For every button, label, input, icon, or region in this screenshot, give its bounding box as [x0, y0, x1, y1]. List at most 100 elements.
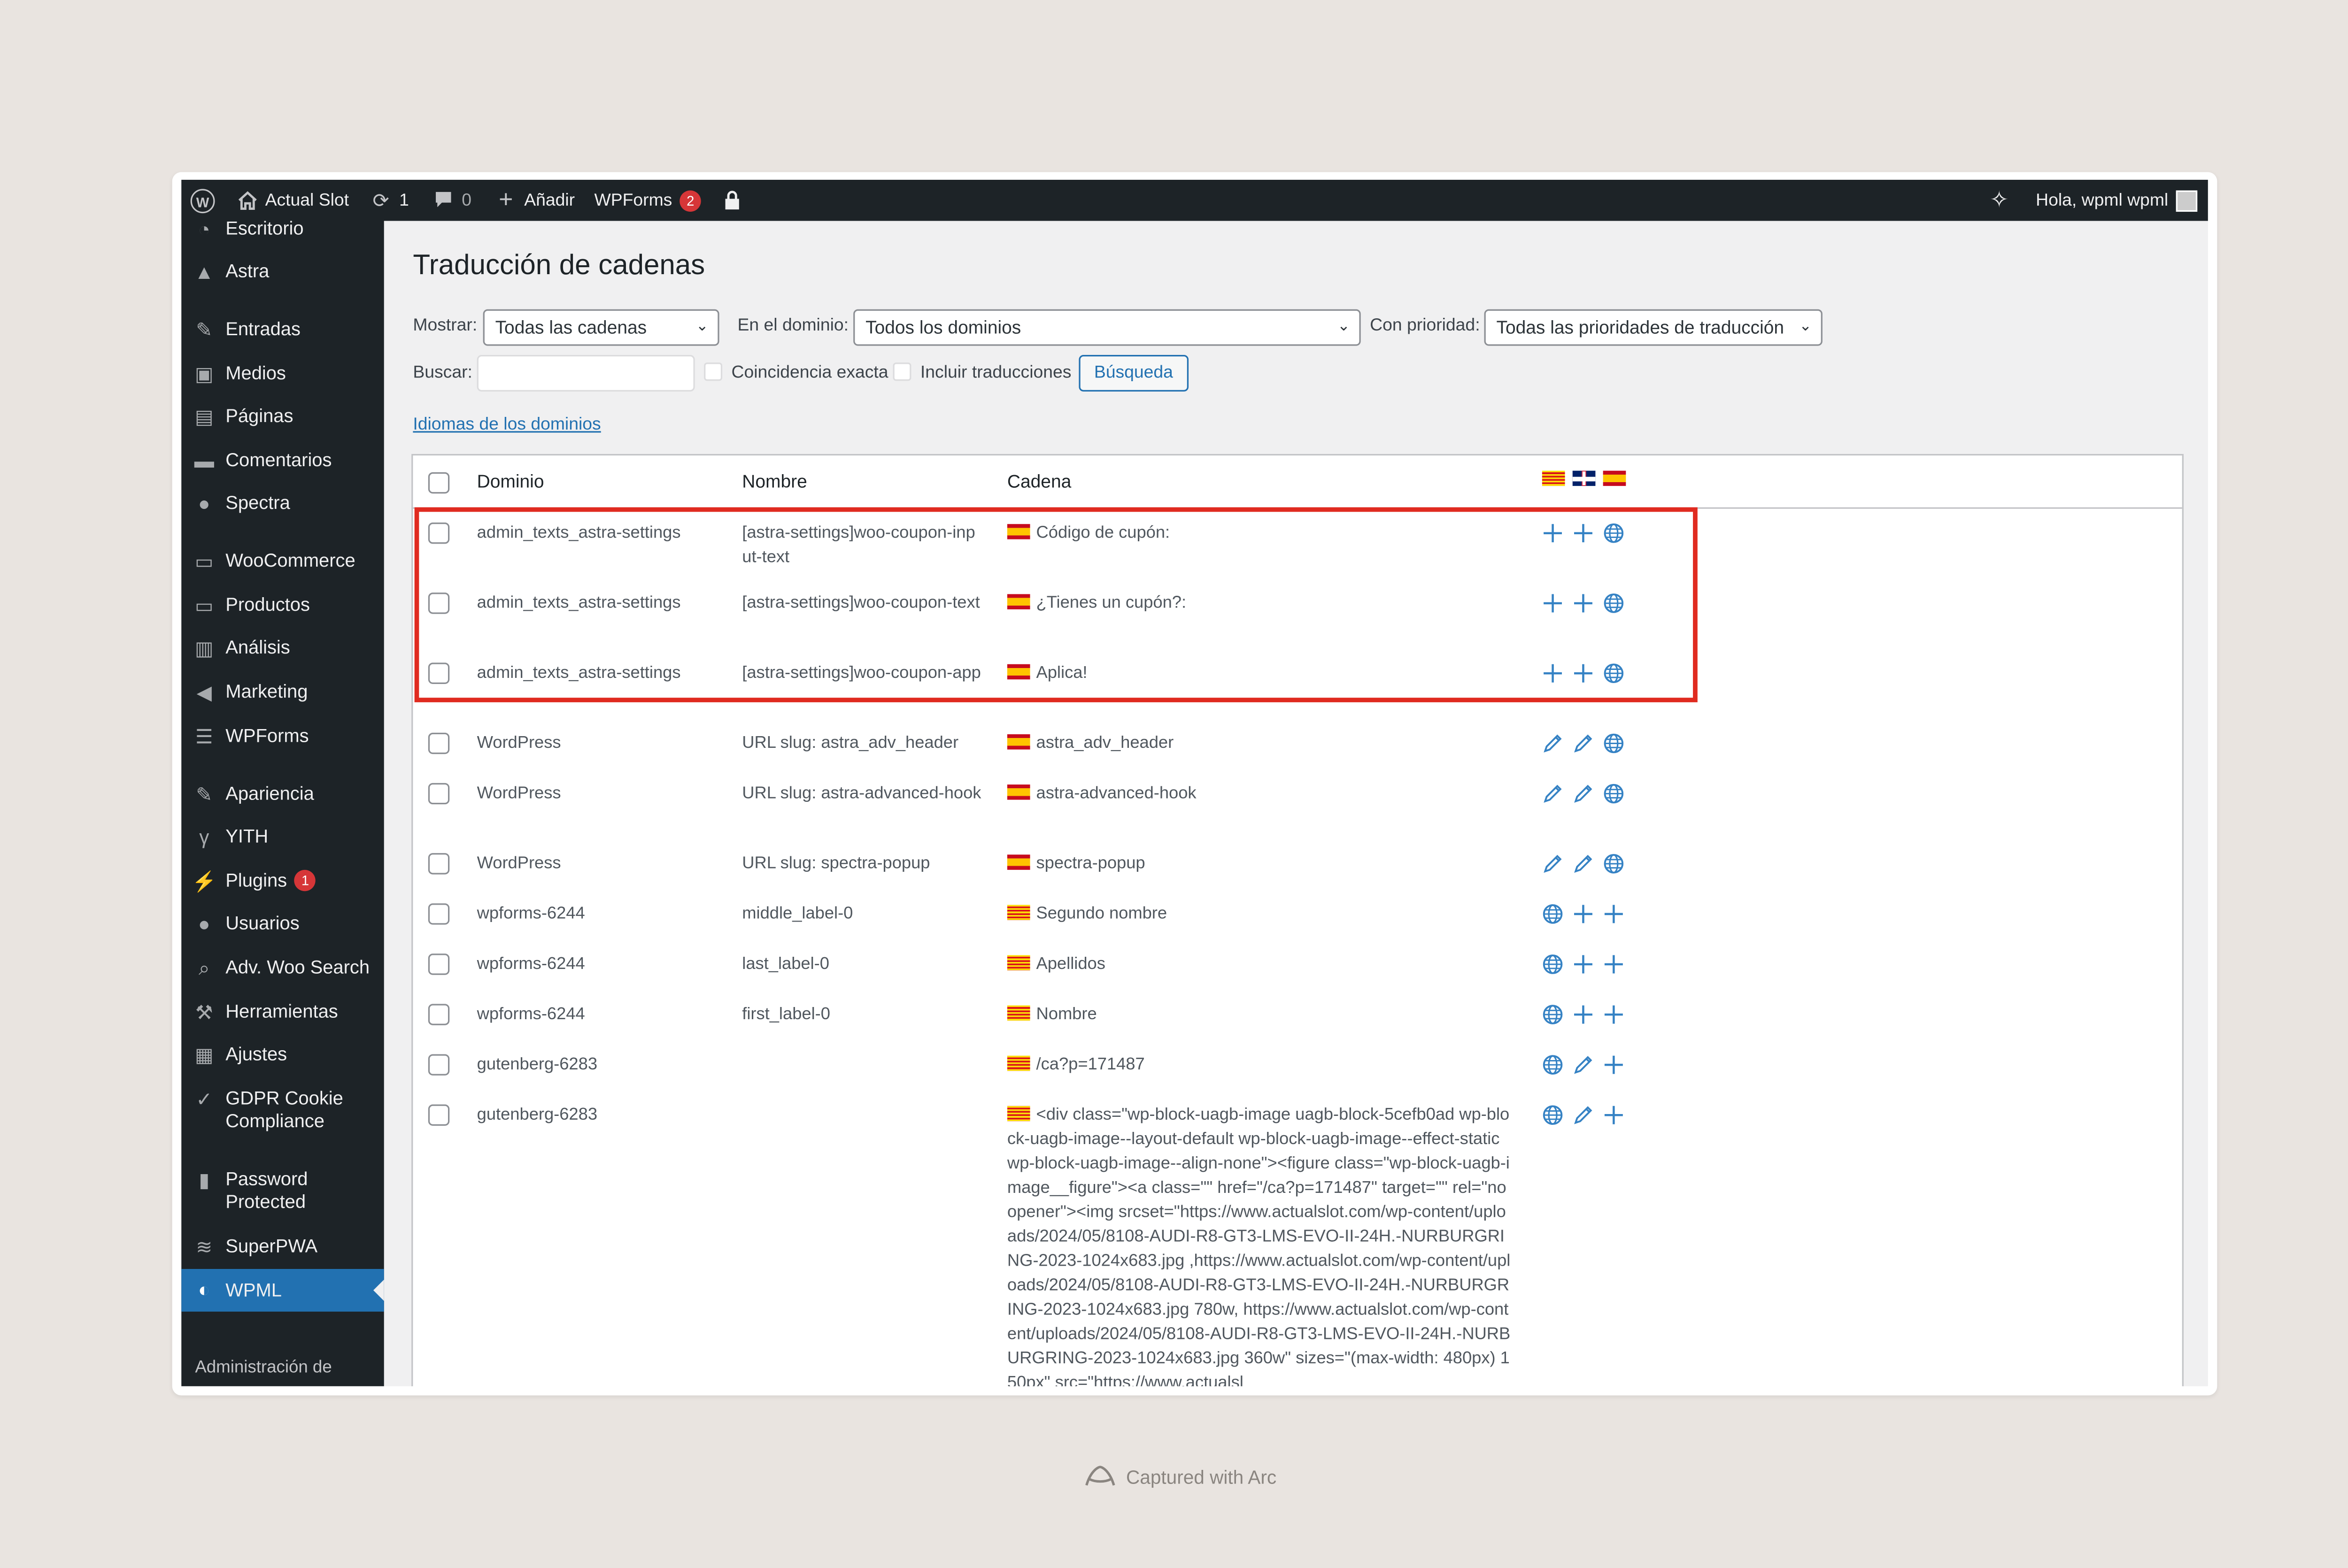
sidebar-item-entradas[interactable]: ✎ Entradas: [181, 318, 384, 343]
pencil-icon[interactable]: [1573, 783, 1594, 804]
sidebar-item-p-ginas[interactable]: ▤ Páginas: [181, 405, 384, 430]
sidebar-item-label: Password Protected: [225, 1168, 308, 1213]
lock-icon: [721, 190, 742, 211]
pencil-icon[interactable]: [1542, 733, 1563, 754]
string-text: Segundo nombre: [1036, 905, 1167, 923]
pencil-icon[interactable]: [1542, 783, 1563, 804]
globe-icon[interactable]: [1542, 1105, 1563, 1126]
updates-link[interactable]: ⟳ 1: [371, 180, 409, 221]
sidebar-item-adv-woo-search[interactable]: ⌕ Adv. Woo Search: [181, 957, 384, 981]
comments-link[interactable]: 0: [433, 180, 471, 221]
row-checkbox[interactable]: [428, 953, 450, 975]
sidebar-item-superpwa[interactable]: ≋ SuperPWA: [181, 1236, 384, 1260]
search-input[interactable]: [477, 355, 695, 392]
row-checkbox[interactable]: [428, 1104, 450, 1126]
exact-match-label: Coincidencia exacta: [731, 364, 888, 383]
include-translations-checkbox[interactable]: [893, 362, 911, 381]
select-all-checkbox[interactable]: [428, 472, 450, 494]
ai-sparkle-button[interactable]: ✧: [1989, 180, 2010, 221]
sidebar-item-password-protected[interactable]: ▮ Password Protected: [181, 1168, 384, 1214]
sidebar-item-woocommerce[interactable]: ▭ WooCommerce: [181, 550, 384, 574]
globe-icon[interactable]: [1542, 1054, 1563, 1075]
chevron-down-icon: ⌄: [695, 318, 709, 335]
priority-select[interactable]: Todas las prioridades de traducción ⌄: [1484, 309, 1823, 346]
sidebar-item-ajustes[interactable]: ▦ Ajustes: [181, 1044, 384, 1068]
globe-icon[interactable]: [1603, 853, 1624, 874]
pencil-icon[interactable]: [1573, 1105, 1594, 1126]
plus-icon[interactable]: [1573, 903, 1594, 924]
row-checkbox[interactable]: [428, 1054, 450, 1076]
row-checkbox[interactable]: [428, 732, 450, 754]
forms-icon: ☰: [195, 725, 213, 748]
name-cell: first_label-0: [742, 1005, 830, 1024]
globe-icon[interactable]: [1603, 733, 1624, 754]
sidebar-item-usuarios[interactable]: ● Usuarios: [181, 913, 384, 937]
domain-select[interactable]: Todos los dominios ⌄: [853, 309, 1361, 346]
sidebar-item-gdpr-cookie-compliance[interactable]: ✓ GDPR Cookie Compliance: [181, 1088, 384, 1133]
translation-actions: [1542, 733, 1624, 754]
globe-icon[interactable]: [1542, 953, 1563, 975]
sidebar-item-herramientas[interactable]: ⚒ Herramientas: [181, 1001, 384, 1025]
include-translations-label: Incluir traducciones: [920, 364, 1072, 383]
sidebar-item-marketing[interactable]: ◀ Marketing: [181, 681, 384, 705]
new-content-link[interactable]: + Añadir: [495, 180, 575, 221]
translation-actions: [1542, 1004, 1624, 1025]
name-cell: URL slug: astra_adv_header: [742, 734, 959, 753]
pencil-icon[interactable]: [1542, 853, 1563, 874]
pencil-icon[interactable]: [1573, 853, 1594, 874]
wpforms-link[interactable]: WPForms 2: [594, 180, 702, 221]
sidebar-item-apariencia[interactable]: ✎ Apariencia: [181, 783, 384, 807]
plus-icon[interactable]: [1603, 1054, 1624, 1075]
domain-cell: wpforms-6244: [477, 905, 585, 923]
wpforms-label: WPForms: [594, 191, 672, 210]
sidebar-item-plugins[interactable]: ⚡ Plugins 1: [181, 869, 384, 894]
sidebar-item-medios[interactable]: ▣ Medios: [181, 362, 384, 387]
sidebar-item-astra[interactable]: ▲ Astra: [181, 261, 384, 285]
search-button[interactable]: Búsqueda: [1079, 355, 1189, 392]
wordpress-logo-button[interactable]: W: [190, 180, 215, 221]
site-name-link[interactable]: Actual Slot: [236, 180, 349, 221]
sidebar-item-yith[interactable]: γ YITH: [181, 826, 384, 850]
column-header-name[interactable]: Nombre: [742, 471, 807, 492]
sidebar-item-spectra[interactable]: ● Spectra: [181, 492, 384, 516]
sidebar-item-comentarios[interactable]: ▬ Comentarios: [181, 449, 384, 474]
row-checkbox[interactable]: [428, 853, 450, 875]
home-icon: [236, 190, 257, 211]
plus-icon[interactable]: [1603, 903, 1624, 924]
row-checkbox[interactable]: [428, 903, 450, 925]
plus-icon[interactable]: [1573, 953, 1594, 975]
account-menu[interactable]: Hola, wpml wpml: [2036, 180, 2197, 221]
chevron-down-icon: ⌄: [1337, 318, 1350, 335]
row-checkbox[interactable]: [428, 1004, 450, 1025]
plugin-icon: ⚡: [192, 869, 217, 893]
sidebar-item-an-lisis[interactable]: ▥ Análisis: [181, 637, 384, 661]
string-cell: /ca?p=171487: [1007, 1053, 1513, 1077]
plus-icon[interactable]: [1603, 1105, 1624, 1126]
lock-button[interactable]: [721, 180, 742, 221]
domain-select-value: Todos los dominios: [865, 316, 1021, 338]
flag-ca-icon: [1007, 1005, 1030, 1021]
domain-languages-link[interactable]: Idiomas de los dominios: [413, 416, 601, 434]
row-checkbox[interactable]: [428, 783, 450, 805]
string-cell: spectra-popup: [1007, 852, 1513, 876]
wpml-submenu-item[interactable]: Administración de: [181, 1359, 384, 1377]
column-header-string[interactable]: Cadena: [1007, 471, 1071, 492]
show-select[interactable]: Todas las cadenas ⌄: [483, 309, 719, 346]
pencil-icon[interactable]: [1573, 1054, 1594, 1075]
domain-cell: WordPress: [477, 734, 561, 753]
pin-icon: ✎: [196, 318, 213, 341]
plus-icon[interactable]: [1603, 1004, 1624, 1025]
products-icon: ▭: [194, 594, 214, 617]
globe-icon[interactable]: [1542, 903, 1563, 924]
sidebar-item-productos[interactable]: ▭ Productos: [181, 594, 384, 619]
sidebar-item-wpforms[interactable]: ☰ WPForms: [181, 725, 384, 750]
exact-match-checkbox[interactable]: [704, 362, 723, 381]
globe-icon[interactable]: [1542, 1004, 1563, 1025]
sidebar-item-wpml[interactable]: ◐ WPML: [181, 1269, 384, 1312]
pencil-icon[interactable]: [1573, 733, 1594, 754]
plus-icon[interactable]: [1603, 953, 1624, 975]
plus-icon[interactable]: [1573, 1004, 1594, 1025]
column-header-domain[interactable]: Dominio: [477, 471, 544, 492]
globe-icon[interactable]: [1603, 783, 1624, 804]
sidebar-item-escritorio[interactable]: ◔ Escritorio: [181, 218, 384, 242]
